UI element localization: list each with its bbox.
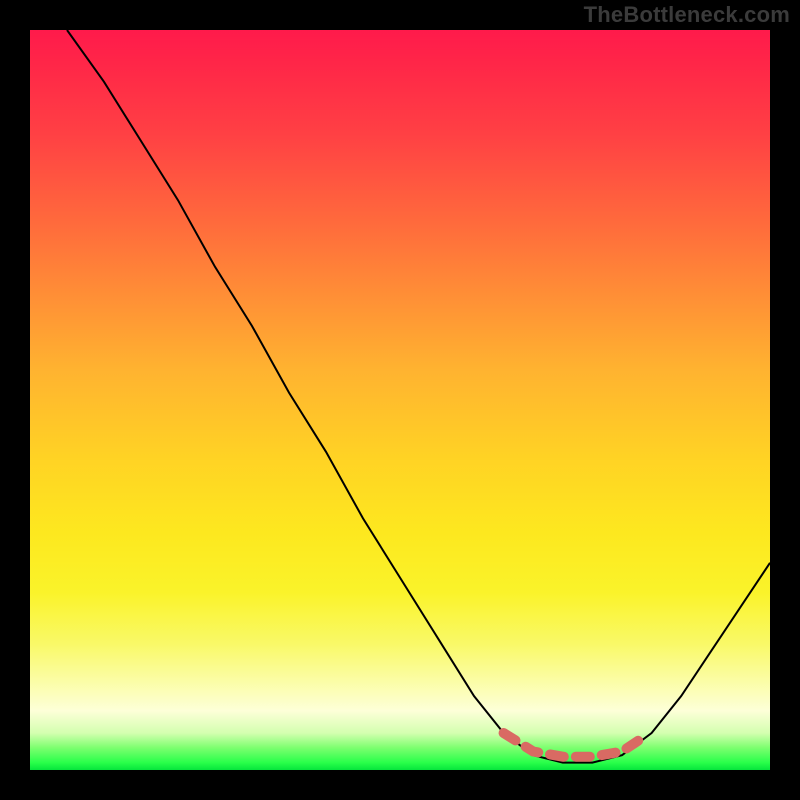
watermark-text: TheBottleneck.com [584, 2, 790, 28]
chart-svg [30, 30, 770, 770]
bottleneck-curve [67, 30, 770, 763]
plot-area [30, 30, 770, 770]
chart-frame: TheBottleneck.com [0, 0, 800, 800]
